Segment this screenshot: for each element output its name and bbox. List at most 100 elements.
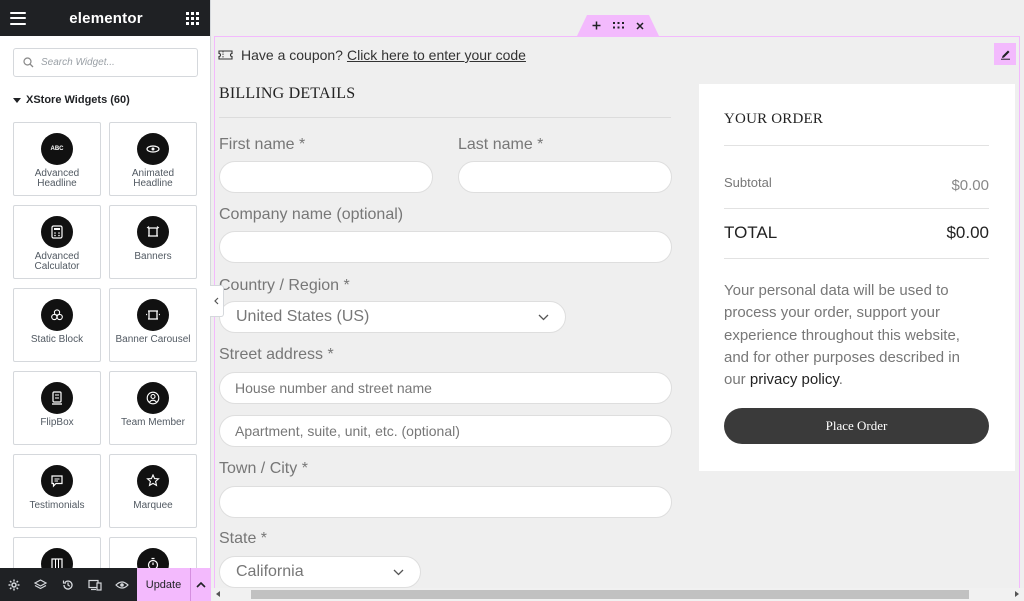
settings-gear-icon[interactable]	[0, 568, 27, 601]
widget-static-block[interactable]: Static Block	[13, 288, 101, 362]
country-select-value: United States (US)	[236, 308, 370, 325]
responsive-mode-icon[interactable]	[81, 568, 108, 601]
total-value: $0.00	[946, 223, 989, 242]
team-member-icon	[137, 382, 169, 414]
company-name-input[interactable]	[219, 231, 672, 263]
add-section-icon[interactable]	[591, 20, 602, 31]
widget-advanced-headline[interactable]: ABC Advanced Headline	[13, 122, 101, 196]
panel-collapse-toggle[interactable]	[210, 285, 224, 317]
street-address-line2-input[interactable]	[219, 415, 672, 447]
widget-label: Marquee	[133, 500, 173, 511]
widget-category-label: XStore Widgets (60)	[26, 94, 130, 106]
brand-logo: elementor	[69, 9, 143, 27]
your-order-heading: YOUR ORDER	[724, 111, 824, 127]
caret-down-icon	[13, 97, 21, 103]
search-icon	[23, 57, 34, 68]
widget-label: Banners	[134, 251, 172, 262]
widget-label: Team Member	[121, 417, 185, 428]
editor-panel: elementor XStore Widgets (60) ABC Advanc…	[0, 0, 211, 601]
flipbox-icon	[41, 382, 73, 414]
last-name-label: Last name *	[458, 136, 544, 153]
widget-label-line2: Headline	[133, 178, 173, 189]
testimonial-icon	[41, 465, 73, 497]
chevron-down-icon	[393, 569, 404, 575]
widget-advanced-calculator[interactable]: Advanced Calculator	[13, 205, 101, 279]
widgets-grid-icon[interactable]	[186, 11, 199, 25]
widget-label: FlipBox	[40, 417, 74, 428]
coupon-text: Have a coupon?	[241, 47, 343, 63]
blocks-icon	[41, 299, 73, 331]
history-icon[interactable]	[54, 568, 81, 601]
preview-eye-icon[interactable]	[108, 568, 135, 601]
banner-carousel-icon	[137, 299, 169, 331]
pencil-icon	[1000, 50, 1010, 60]
country-select[interactable]: United States (US)	[219, 301, 566, 333]
first-name-input[interactable]	[219, 161, 433, 193]
chevron-up-icon	[196, 581, 206, 588]
search-widget-input[interactable]	[41, 57, 191, 68]
widget-label-line2: Headline	[37, 178, 77, 189]
company-name-label: Company name (optional)	[219, 206, 404, 223]
total-label: TOTAL	[724, 223, 778, 242]
ticket-icon	[218, 50, 233, 60]
panel-header: elementor	[0, 0, 210, 36]
search-widget-box[interactable]	[13, 48, 198, 77]
billing-details-heading: BILLING DETAILS	[219, 85, 356, 102]
widget-label: Static Block	[30, 334, 84, 345]
star-badge-icon	[137, 465, 169, 497]
privacy-notice: Your personal data will be used to proce…	[724, 280, 984, 391]
chevron-down-icon	[538, 314, 549, 320]
divider	[724, 145, 989, 146]
widget-category-toggle[interactable]: XStore Widgets (60)	[13, 94, 130, 106]
first-name-label: First name *	[219, 136, 306, 153]
panel-footer: Update	[0, 568, 211, 601]
widget-team-member[interactable]: Team Member	[109, 371, 197, 445]
place-order-button[interactable]: Place Order	[724, 408, 989, 444]
update-button[interactable]: Update	[137, 568, 190, 601]
divider	[219, 117, 671, 118]
widget-grid: ABC Advanced Headline Animated Headline Ad…	[13, 122, 198, 601]
widget-marquee[interactable]: Marquee	[109, 454, 197, 528]
privacy-notice-end: .	[838, 371, 843, 389]
divider	[724, 208, 989, 209]
order-summary-card: YOUR ORDER Subtotal $0.00 TOTAL $0.00 Yo…	[699, 84, 1015, 471]
update-options-button[interactable]	[190, 568, 211, 601]
delete-section-icon[interactable]	[635, 20, 646, 31]
state-select[interactable]: California	[219, 556, 421, 588]
scroll-left-icon[interactable]	[216, 591, 220, 597]
abc-icon: ABC	[41, 133, 73, 165]
widget-label: Testimonials	[29, 500, 85, 511]
scroll-right-icon[interactable]	[1015, 591, 1019, 597]
widget-animated-headline[interactable]: Animated Headline	[109, 122, 197, 196]
layers-icon[interactable]	[27, 568, 54, 601]
drag-handle-icon[interactable]	[612, 20, 624, 31]
section-handle	[577, 15, 659, 36]
widget-label-line2: Calculator	[34, 261, 80, 272]
menu-icon[interactable]	[10, 11, 26, 25]
widget-banners[interactable]: Banners	[109, 205, 197, 279]
divider	[724, 258, 989, 259]
preview-canvas: Have a coupon? Click here to enter your …	[211, 0, 1024, 601]
street-address-label: Street address *	[219, 346, 334, 363]
state-select-value: California	[236, 563, 304, 580]
privacy-policy-link[interactable]: privacy policy	[750, 371, 839, 388]
widget-flipbox[interactable]: FlipBox	[13, 371, 101, 445]
street-address-line1-input[interactable]	[219, 372, 672, 404]
subtotal-value: $0.00	[951, 177, 989, 194]
widget-label: Banner Carousel	[115, 334, 191, 345]
widget-banner-carousel[interactable]: Banner Carousel	[109, 288, 197, 362]
chevron-left-icon	[214, 297, 219, 305]
edit-widget-button[interactable]	[994, 43, 1016, 65]
coupon-link[interactable]: Click here to enter your code	[347, 47, 526, 63]
country-label: Country / Region *	[219, 277, 350, 294]
last-name-input[interactable]	[458, 161, 672, 193]
state-label: State *	[219, 530, 268, 547]
town-city-label: Town / City *	[219, 460, 308, 477]
widget-testimonials[interactable]: Testimonials	[13, 454, 101, 528]
eye-icon	[137, 133, 169, 165]
horizontal-scrollbar[interactable]	[211, 588, 1024, 601]
scrollbar-thumb[interactable]	[251, 590, 969, 599]
calculator-icon	[41, 216, 73, 248]
town-city-input[interactable]	[219, 486, 672, 518]
banner-icon	[137, 216, 169, 248]
